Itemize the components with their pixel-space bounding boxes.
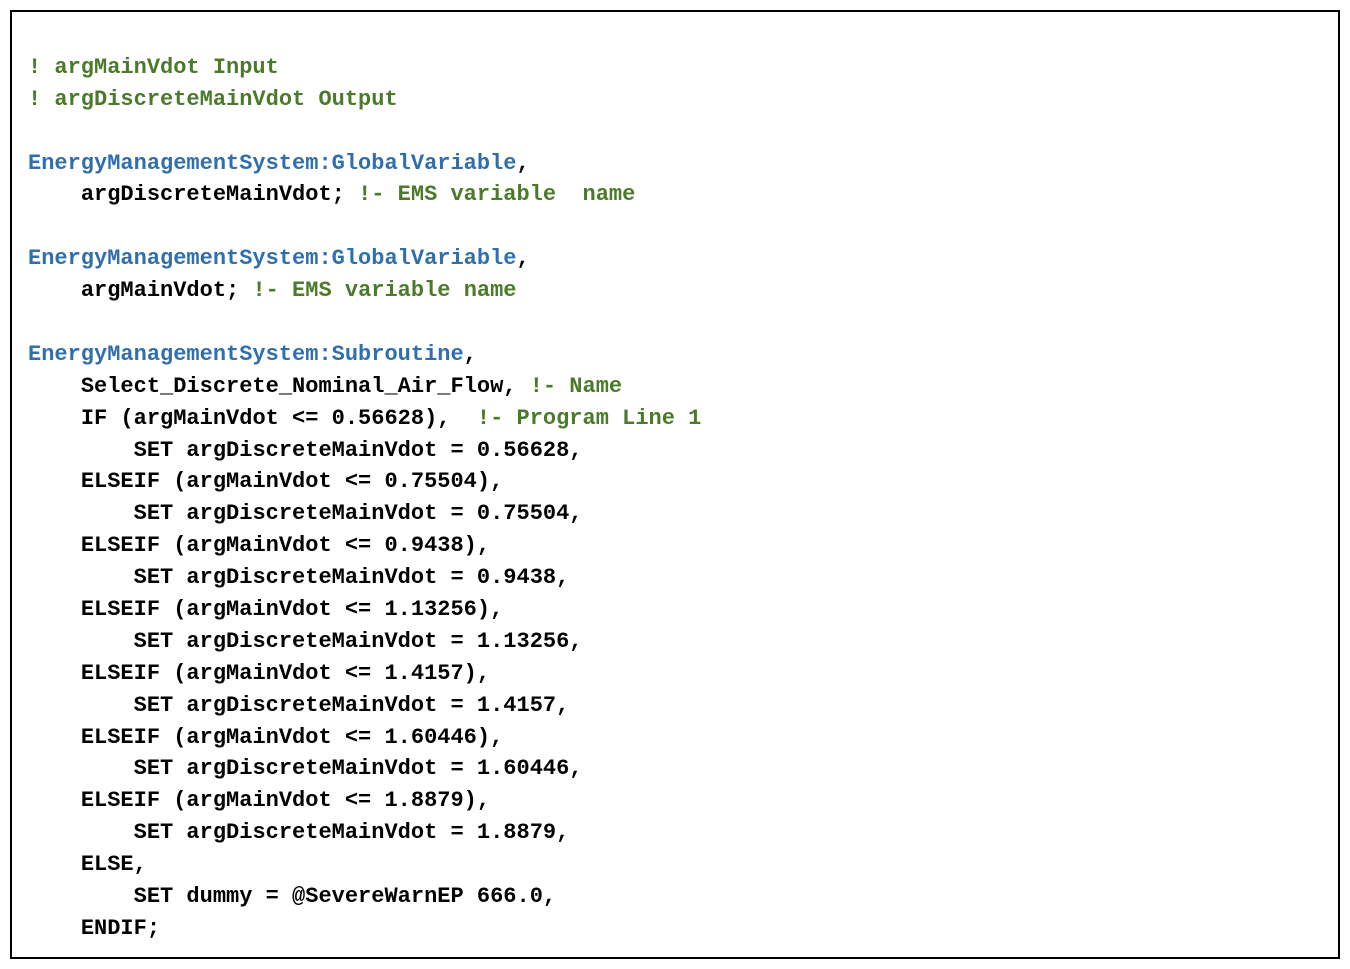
keyword: EnergyManagementSystem:Subroutine xyxy=(28,342,464,367)
indent xyxy=(28,278,81,303)
code-text: , xyxy=(516,246,529,271)
code-text: SET argDiscreteMainVdot = 0.9438, xyxy=(134,565,570,590)
comment-line: !- Program Line 1 xyxy=(477,406,701,431)
indent xyxy=(28,788,81,813)
code-text: , xyxy=(516,151,529,176)
code-text: IF (argMainVdot <= 0.56628), xyxy=(81,406,477,431)
comment-line: ! argMainVdot Input xyxy=(28,55,279,80)
code-text: SET argDiscreteMainVdot = 0.75504, xyxy=(134,501,583,526)
indent xyxy=(28,406,81,431)
comment-line: ! argDiscreteMainVdot Output xyxy=(28,87,398,112)
comment-line: !- EMS variable name xyxy=(358,182,635,207)
indent xyxy=(28,533,81,558)
indent xyxy=(28,374,81,399)
code-text: ELSEIF (argMainVdot <= 1.8879), xyxy=(81,788,490,813)
indent xyxy=(28,629,134,654)
code-text: ELSEIF (argMainVdot <= 1.4157), xyxy=(81,661,490,686)
code-text: , xyxy=(464,342,477,367)
code-block: ! argMainVdot Input ! argDiscreteMainVdo… xyxy=(10,10,1340,959)
indent xyxy=(28,852,81,877)
keyword: EnergyManagementSystem:GlobalVariable xyxy=(28,151,516,176)
code-text: ELSEIF (argMainVdot <= 0.75504), xyxy=(81,469,503,494)
code-text: ELSEIF (argMainVdot <= 0.9438), xyxy=(81,533,490,558)
code-text: argMainVdot; xyxy=(81,278,253,303)
indent xyxy=(28,182,81,207)
code-text: SET dummy = @SevereWarnEP 666.0, xyxy=(134,884,556,909)
comment-line: !- Name xyxy=(530,374,622,399)
code-text: ELSEIF (argMainVdot <= 1.60446), xyxy=(81,725,503,750)
indent xyxy=(28,438,134,463)
indent xyxy=(28,884,134,909)
indent xyxy=(28,756,134,781)
indent xyxy=(28,693,134,718)
code-text: SET argDiscreteMainVdot = 0.56628, xyxy=(134,438,583,463)
indent xyxy=(28,565,134,590)
code-text: SET argDiscreteMainVdot = 1.13256, xyxy=(134,629,583,654)
indent xyxy=(28,916,81,941)
comment-line: !- EMS variable name xyxy=(252,278,516,303)
indent xyxy=(28,725,81,750)
indent xyxy=(28,661,81,686)
code-text: argDiscreteMainVdot; xyxy=(81,182,358,207)
code-text: Select_Discrete_Nominal_Air_Flow, xyxy=(81,374,530,399)
indent xyxy=(28,597,81,622)
indent xyxy=(28,469,81,494)
code-text: SET argDiscreteMainVdot = 1.4157, xyxy=(134,693,570,718)
indent xyxy=(28,501,134,526)
indent xyxy=(28,820,134,845)
keyword: EnergyManagementSystem:GlobalVariable xyxy=(28,246,516,271)
code-text: ELSEIF (argMainVdot <= 1.13256), xyxy=(81,597,503,622)
code-text: ELSE, xyxy=(81,852,147,877)
code-text: ENDIF; xyxy=(81,916,160,941)
code-text: SET argDiscreteMainVdot = 1.8879, xyxy=(134,820,570,845)
code-text: SET argDiscreteMainVdot = 1.60446, xyxy=(134,756,583,781)
